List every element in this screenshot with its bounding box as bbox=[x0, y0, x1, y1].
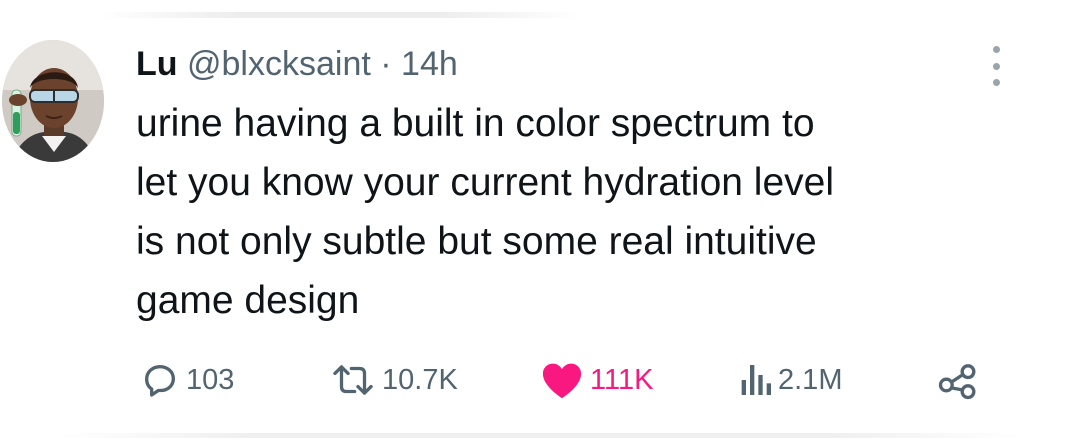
reply-icon bbox=[145, 365, 175, 397]
timestamp[interactable]: 14h bbox=[401, 45, 458, 83]
tweet-text-line: game design bbox=[136, 279, 360, 322]
views-count: 2.1M bbox=[778, 363, 843, 396]
author-name[interactable]: Lu bbox=[136, 45, 178, 83]
avatar[interactable] bbox=[2, 40, 104, 162]
tweet-text-line: let you know your current hydration leve… bbox=[136, 161, 835, 204]
bottom-divider bbox=[60, 433, 1020, 438]
retweet-button[interactable]: 10.7K bbox=[330, 356, 458, 404]
reply-count: 103 bbox=[186, 363, 235, 396]
reply-button[interactable]: 103 bbox=[140, 356, 234, 404]
views-button[interactable]: 2.1M bbox=[738, 356, 842, 404]
top-divider bbox=[100, 12, 580, 18]
retweet-icon bbox=[333, 365, 373, 395]
tweet-text: urine having a built in color spectrum t… bbox=[136, 94, 1036, 330]
avatar-image bbox=[2, 40, 104, 162]
more-icon[interactable] bbox=[986, 46, 1006, 86]
action-bar: 103 10.7K 111K 2.1M bbox=[140, 356, 1000, 404]
views-icon bbox=[741, 365, 771, 395]
tweet-text-line: is not only subtle but some real intuiti… bbox=[136, 220, 817, 263]
author-handle[interactable]: @blxcksaint bbox=[187, 45, 371, 83]
share-button[interactable] bbox=[936, 356, 980, 404]
tweet-text-line: urine having a built in color spectrum t… bbox=[136, 102, 815, 145]
like-count: 111K bbox=[590, 363, 654, 396]
tweet-card: Lu @blxcksaint · 14h urine having a buil… bbox=[0, 0, 1080, 446]
separator-dot: · bbox=[380, 45, 392, 83]
tweet-header: Lu @blxcksaint · 14h bbox=[136, 44, 458, 84]
share-icon bbox=[938, 364, 976, 400]
retweet-count: 10.7K bbox=[382, 363, 458, 396]
like-button[interactable]: 111K bbox=[540, 356, 653, 404]
heart-icon bbox=[542, 363, 582, 399]
